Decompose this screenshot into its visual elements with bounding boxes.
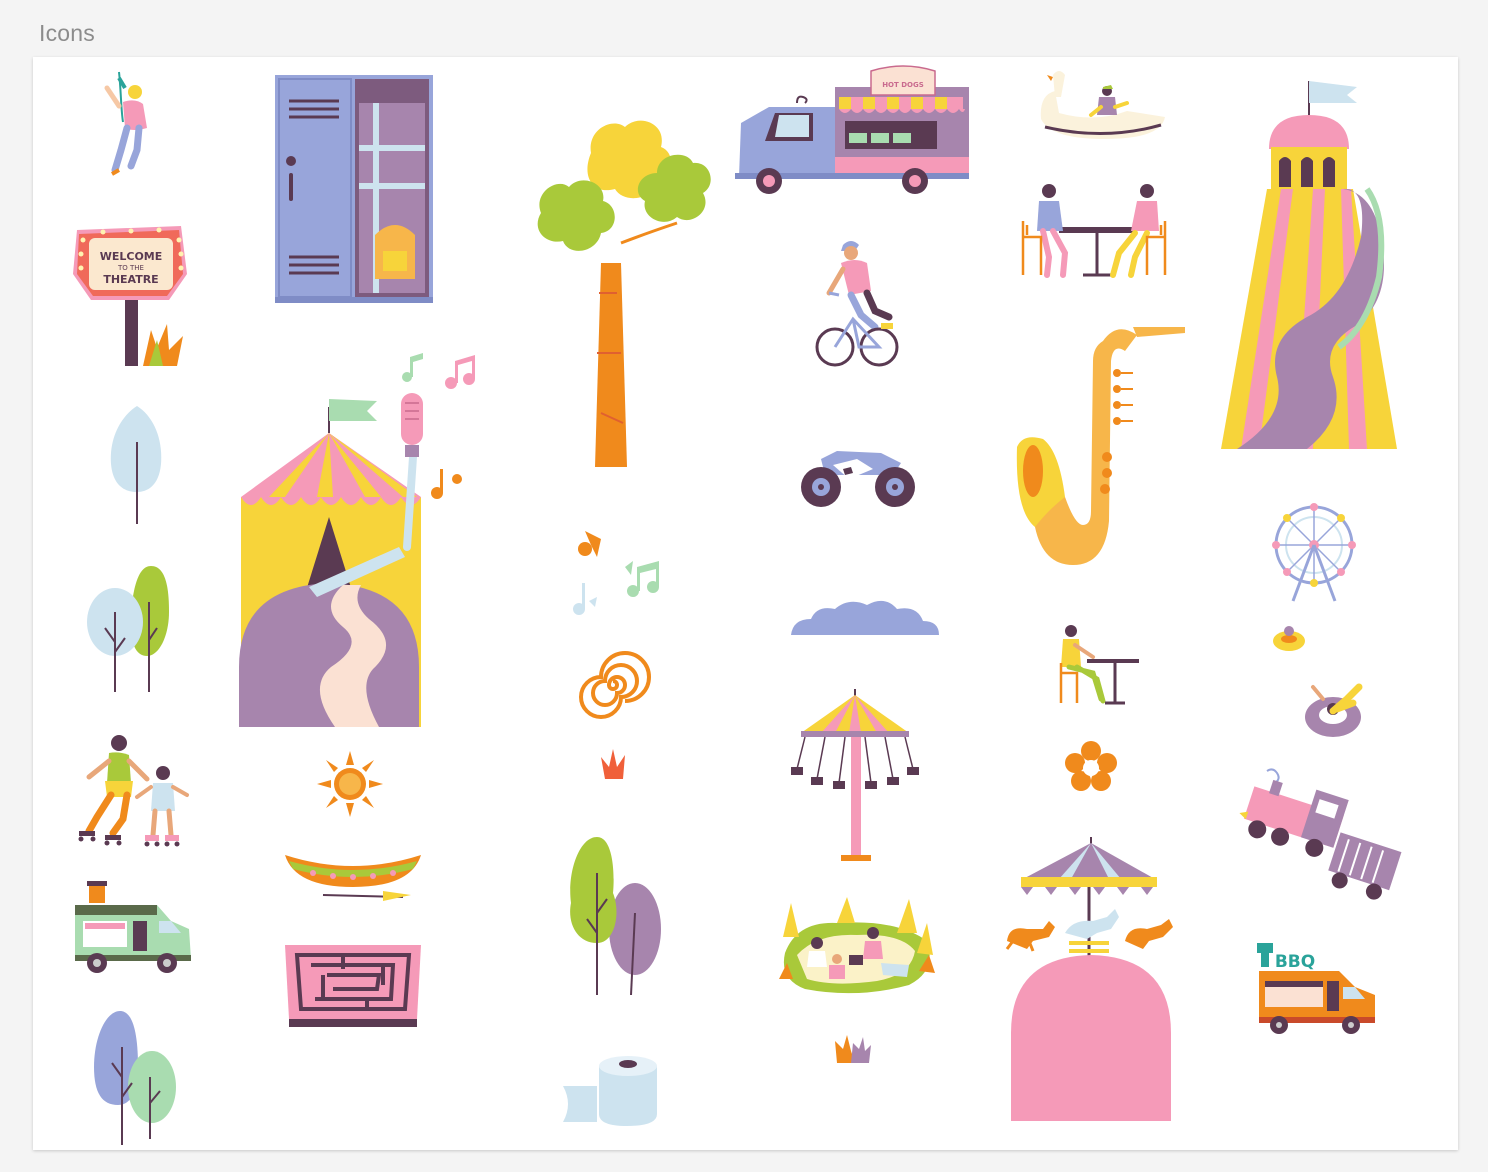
- train-icon[interactable]: [1237, 767, 1402, 903]
- green-purple-trees-icon[interactable]: [561, 833, 665, 999]
- toilet-paper-icon[interactable]: [563, 1052, 663, 1128]
- cafe-couple-icon[interactable]: [1019, 177, 1169, 281]
- big-tree-icon[interactable]: [527, 93, 717, 473]
- carousel-icon[interactable]: [1003, 837, 1179, 1121]
- circus-tent-icon[interactable]: [239, 387, 439, 727]
- woman-at-table-icon[interactable]: [1057, 623, 1141, 705]
- bbq-truck-icon[interactable]: BBQ: [1255, 941, 1379, 1037]
- swan-boat-icon[interactable]: [1035, 67, 1171, 143]
- cyclist-icon[interactable]: [815, 235, 899, 373]
- sun-icon[interactable]: [317, 751, 383, 817]
- cloud-icon[interactable]: [789, 597, 941, 637]
- theatre-sign-line2: TO THE: [117, 264, 144, 272]
- atv-icon[interactable]: [797, 439, 921, 511]
- purple-mint-trees-icon[interactable]: [88, 1007, 183, 1147]
- small-plant-icon[interactable]: [599, 747, 629, 781]
- light-blue-tree-icon[interactable]: [107, 402, 167, 527]
- theatre-sign-icon[interactable]: WELCOME TO THE THEATRE: [73, 220, 193, 370]
- canoe-icon[interactable]: [283, 847, 423, 907]
- small-bush-icon[interactable]: [833, 1031, 873, 1065]
- rollerskaters-icon[interactable]: [75, 731, 193, 851]
- icons-canvas: WELCOME TO THE THEATRE HOT DOGS BBQ: [33, 57, 1458, 1150]
- maze-icon[interactable]: [283, 935, 423, 1029]
- snow-tube-icon[interactable]: [1303, 679, 1367, 741]
- saxophone-icon[interactable]: [1013, 321, 1189, 569]
- bbq-truck-sign: BBQ: [1275, 952, 1315, 972]
- theatre-sign-line3: THEATRE: [103, 273, 158, 286]
- coffee-truck-icon[interactable]: [71, 877, 195, 975]
- snow-tube-small-icon[interactable]: [1271, 623, 1307, 653]
- two-trees-icon[interactable]: [85, 562, 180, 694]
- spiral-icon[interactable]: [579, 651, 651, 719]
- flower-icon[interactable]: [1065, 741, 1117, 793]
- helter-skelter-icon[interactable]: [1217, 77, 1401, 453]
- music-notes-group-icon[interactable]: [563, 527, 673, 627]
- lockers-icon[interactable]: [275, 75, 435, 307]
- hotdog-truck-icon[interactable]: HOT DOGS: [735, 65, 971, 195]
- swing-ride-icon[interactable]: [789, 687, 921, 867]
- climber-icon[interactable]: [97, 70, 157, 185]
- ferris-wheel-icon[interactable]: [1269, 501, 1359, 605]
- picnic-icon[interactable]: [777, 893, 937, 999]
- theatre-sign-line1: WELCOME: [100, 250, 163, 263]
- section-title: Icons: [39, 20, 95, 46]
- hotdog-truck-sign: HOT DOGS: [882, 81, 924, 89]
